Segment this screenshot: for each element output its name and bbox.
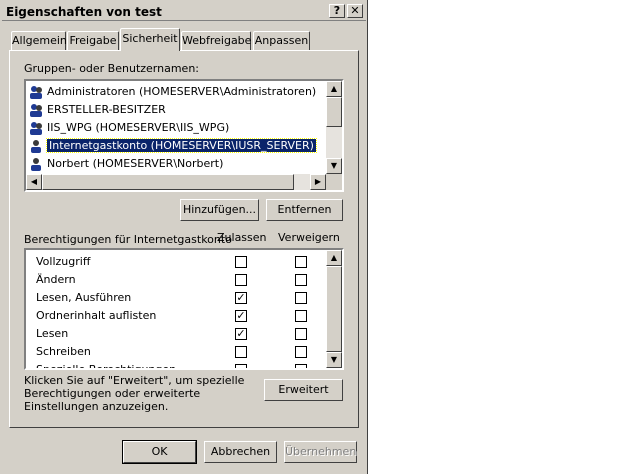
add-button[interactable]: Hinzufügen... [180, 199, 259, 221]
deny-checkbox[interactable] [295, 328, 307, 340]
allow-checkbox[interactable]: ✓ [235, 328, 247, 340]
scroll-up-icon[interactable]: ▲ [326, 250, 342, 266]
list-item[interactable]: Norbert (HOMESERVER\Norbert) [29, 155, 329, 173]
list-item[interactable]: Administratoren (HOMESERVER\Administrato… [29, 83, 329, 101]
groups-label: Gruppen- oder Benutzernamen: [24, 62, 200, 75]
permission-name: Schreiben [36, 345, 91, 358]
deny-header: Verweigern [278, 231, 340, 244]
scroll-corner [326, 174, 342, 190]
user-icon [29, 157, 43, 171]
window-title: Eigenschaften von test [6, 5, 162, 19]
close-button[interactable]: ✕ [347, 4, 363, 18]
scroll-up-icon[interactable]: ▲ [326, 81, 342, 97]
scroll-down-icon[interactable]: ▼ [326, 158, 342, 174]
permission-name: Ändern [36, 273, 76, 286]
ok-button[interactable]: OK [122, 440, 197, 464]
list-item[interactable]: Internetgastkonto (HOMESERVER\IUSR_SERVE… [29, 137, 329, 155]
permission-name: Ordnerinhalt auflisten [36, 309, 157, 322]
group-icon [29, 121, 43, 135]
tab-freigabe[interactable]: Freigabe [67, 31, 119, 50]
deny-checkbox[interactable] [295, 292, 307, 304]
allow-checkbox[interactable] [235, 364, 247, 368]
allow-checkbox[interactable] [235, 346, 247, 358]
permission-name: Vollzugriff [36, 255, 91, 268]
list-item[interactable]: ERSTELLER-BESITZER [29, 101, 329, 119]
remove-button[interactable]: Entfernen [266, 199, 343, 221]
deny-checkbox[interactable] [295, 346, 307, 358]
permissions-label: Berechtigungen für Internetgastkonto [24, 233, 232, 246]
scroll-left-icon[interactable]: ◀ [26, 174, 42, 190]
deny-checkbox[interactable] [295, 256, 307, 268]
allow-checkbox[interactable]: ✓ [235, 310, 247, 322]
tab-webfreigabe[interactable]: Webfreigabe [181, 31, 251, 50]
allow-header: Zulassen [217, 231, 267, 244]
scroll-right-icon[interactable]: ▶ [310, 174, 326, 190]
properties-dialog: Eigenschaften von test ? ✕ Allgemein Fre… [0, 0, 368, 474]
deny-checkbox[interactable] [295, 274, 307, 286]
scroll-thumb[interactable] [326, 97, 342, 127]
group-icon [29, 85, 43, 99]
allow-checkbox[interactable] [235, 256, 247, 268]
group-icon [29, 103, 43, 117]
permission-name: Lesen [36, 327, 69, 340]
list-item[interactable]: IIS_WPG (HOMESERVER\IIS_WPG) [29, 119, 329, 137]
deny-checkbox[interactable] [295, 364, 307, 368]
user-icon [29, 139, 43, 153]
title-bar: Eigenschaften von test ? ✕ [2, 2, 366, 21]
permission-name: Spezielle Berechtigungen [36, 363, 177, 370]
scroll-down-icon[interactable]: ▼ [326, 352, 342, 368]
advanced-info-text: Klicken Sie auf "Erweitert", um speziell… [24, 374, 245, 413]
allow-checkbox[interactable]: ✓ [235, 292, 247, 304]
permissions-listbox[interactable]: Vollzugriff Ändern Lesen, Ausführen ✓ Or… [24, 248, 344, 370]
help-button[interactable]: ? [329, 4, 345, 18]
permission-name: Lesen, Ausführen [36, 291, 132, 304]
advanced-button[interactable]: Erweitert [264, 379, 343, 401]
cancel-button[interactable]: Abbrechen [204, 441, 277, 463]
tab-allgemein[interactable]: Allgemein [11, 31, 67, 50]
groups-listbox[interactable]: Administratoren (HOMESERVER\Administrato… [24, 79, 344, 192]
hscroll-thumb[interactable] [42, 174, 294, 190]
allow-checkbox[interactable] [235, 274, 247, 286]
deny-checkbox[interactable] [295, 310, 307, 322]
tab-anpassen[interactable]: Anpassen [253, 31, 310, 50]
apply-button[interactable]: Übernehmen [284, 441, 357, 463]
tab-sicherheit[interactable]: Sicherheit [120, 28, 180, 51]
scroll-thumb[interactable] [326, 266, 342, 352]
